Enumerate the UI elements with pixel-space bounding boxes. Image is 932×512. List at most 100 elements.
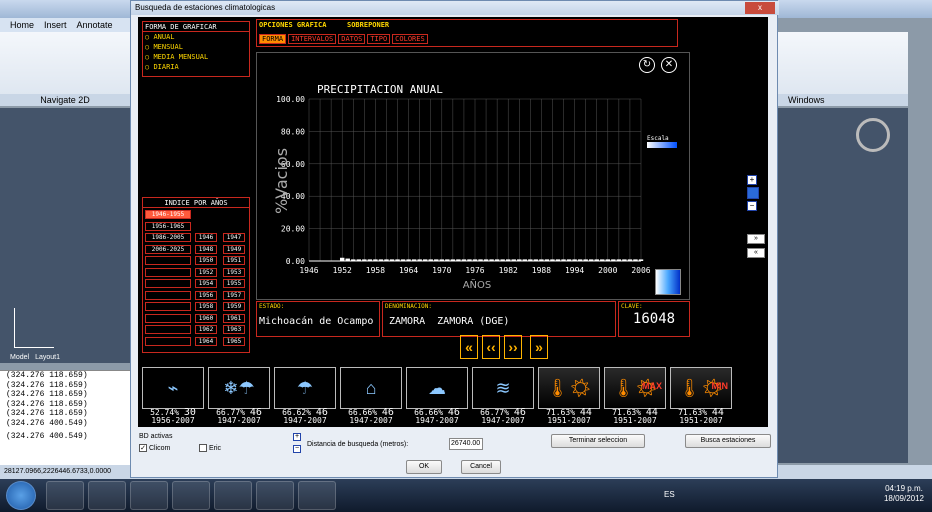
year-button[interactable]: 1957 bbox=[223, 290, 245, 300]
zoom-in-button[interactable]: + bbox=[747, 175, 757, 185]
year-button[interactable]: 1960 bbox=[195, 313, 217, 323]
model-tab[interactable]: Model bbox=[10, 354, 29, 361]
dist-decrement-icon[interactable]: − bbox=[293, 445, 301, 453]
powerpoint-taskbar-icon[interactable] bbox=[172, 481, 210, 510]
radio-mensual[interactable]: ○ MENSUAL bbox=[143, 42, 249, 52]
range-button[interactable] bbox=[145, 256, 191, 265]
range-button[interactable] bbox=[145, 325, 191, 334]
temperature-min-icon[interactable]: 🌡☀ MIN bbox=[670, 367, 732, 409]
next-page-button[interactable]: ›› bbox=[504, 335, 522, 359]
scroll-left-button[interactable]: « bbox=[747, 248, 765, 258]
radio-anual[interactable]: ○ ANUAL bbox=[143, 32, 249, 42]
year-button[interactable]: 1952 bbox=[195, 267, 217, 277]
busca-estaciones-button[interactable]: Busca estaciones bbox=[685, 434, 771, 448]
first-page-button[interactable]: « bbox=[460, 335, 478, 359]
range-button[interactable] bbox=[145, 290, 191, 300]
year-button[interactable]: 1962 bbox=[195, 325, 217, 334]
temperature-icon[interactable]: 🌡☀ bbox=[538, 367, 600, 409]
tab-opciones-grafica[interactable]: OPCIONES GRAFICA bbox=[259, 21, 326, 29]
subtab-intervalos[interactable]: INTERVALOS bbox=[288, 34, 337, 44]
refresh-icon[interactable]: ↻ bbox=[639, 57, 655, 73]
clock[interactable]: 04:19 p.m. 18/09/2012 bbox=[884, 484, 924, 504]
distancia-input[interactable]: 26740.00 bbox=[449, 438, 483, 450]
range-button[interactable] bbox=[145, 302, 191, 311]
range-button[interactable] bbox=[145, 336, 191, 346]
year-button[interactable]: 1947 bbox=[223, 233, 245, 242]
viewcube-icon[interactable] bbox=[856, 118, 890, 152]
radio-diaria[interactable]: ○ DIARIA bbox=[143, 62, 249, 72]
storm-icon[interactable]: ☁ bbox=[406, 367, 468, 409]
clave-value: 16048 bbox=[632, 311, 676, 327]
app-taskbar-icon[interactable] bbox=[130, 481, 168, 510]
subtab-datos[interactable]: DATOS bbox=[338, 34, 366, 44]
range-button[interactable] bbox=[145, 267, 191, 277]
indice-title: INDICE POR AÑOS bbox=[143, 198, 249, 208]
snow-rain-icon[interactable]: ❄☂ bbox=[208, 367, 270, 409]
explorer-taskbar-icon[interactable] bbox=[256, 481, 294, 510]
cancel-button[interactable]: Cancel bbox=[461, 460, 501, 474]
year-button[interactable]: 1953 bbox=[223, 267, 245, 277]
year-button[interactable]: 1964 bbox=[195, 336, 217, 346]
subtab-tipo[interactable]: TIPO bbox=[367, 34, 391, 44]
tab-annotate[interactable]: Annotate bbox=[77, 20, 113, 30]
year-button[interactable]: 1958 bbox=[195, 302, 217, 311]
excel-taskbar-icon[interactable] bbox=[298, 481, 336, 510]
tab-insert[interactable]: Insert bbox=[44, 20, 67, 30]
fog-icon[interactable]: ≋ bbox=[472, 367, 534, 409]
year-button[interactable]: 1948 bbox=[195, 244, 217, 254]
subtab-colores[interactable]: COLORES bbox=[392, 34, 428, 44]
range-button[interactable]: 1986-2005 bbox=[145, 233, 191, 242]
dialog-close-button[interactable]: x bbox=[745, 2, 775, 14]
denominacion-box: DENOMINACION: ZAMORA ZAMORA (DGE) bbox=[382, 301, 616, 337]
year-button[interactable]: 1951 bbox=[223, 256, 245, 265]
tab-home[interactable]: Home bbox=[10, 20, 34, 30]
estado-box: ESTADO: Michoacán de Ocampo bbox=[256, 301, 380, 337]
subtab-forma[interactable]: FORMA bbox=[259, 34, 287, 44]
year-button[interactable]: 1946 bbox=[195, 233, 217, 242]
year-button[interactable]: 1965 bbox=[223, 336, 245, 346]
ribbon-panel-label: Navigate 2D bbox=[0, 94, 130, 106]
chrome-taskbar-icon[interactable] bbox=[46, 481, 84, 510]
estaciones-map-icon[interactable]: ⌁ bbox=[142, 367, 204, 409]
radio-media-mensual[interactable]: ○ MEDIA MENSUAL bbox=[143, 52, 249, 62]
acrobat-taskbar-icon[interactable] bbox=[88, 481, 126, 510]
year-button[interactable]: 1950 bbox=[195, 256, 217, 265]
y-tick-label: 100.00 bbox=[276, 95, 305, 104]
town-icon[interactable]: ⌂ bbox=[340, 367, 402, 409]
clicom-label: Clicom bbox=[149, 444, 171, 452]
model-space[interactable]: Model Layout1 bbox=[0, 108, 130, 363]
range-button[interactable]: 1946-1955 bbox=[145, 210, 191, 219]
prev-page-button[interactable]: ‹‹ bbox=[482, 335, 500, 359]
model-space-right[interactable] bbox=[778, 108, 908, 463]
zoom-center-button[interactable] bbox=[747, 187, 759, 199]
layout-tab[interactable]: Layout1 bbox=[35, 354, 60, 361]
rain-icon[interactable]: ☂ bbox=[274, 367, 336, 409]
taskbar: ES bbox=[0, 479, 932, 512]
terminar-seleccion-button[interactable]: Terminar seleccion bbox=[551, 434, 645, 448]
range-button[interactable]: 1956-1965 bbox=[145, 221, 191, 231]
year-button[interactable]: 1959 bbox=[223, 302, 245, 311]
range-button[interactable]: 2006-2025 bbox=[145, 244, 191, 254]
temperature-max-icon[interactable]: 🌡☀ MAX bbox=[604, 367, 666, 409]
notes-taskbar-icon[interactable] bbox=[214, 481, 252, 510]
eric-checkbox[interactable]: Eric bbox=[199, 444, 221, 452]
range-button[interactable] bbox=[145, 279, 191, 288]
year-button[interactable]: 1949 bbox=[223, 244, 245, 254]
year-button[interactable]: 1955 bbox=[223, 279, 245, 288]
year-button[interactable]: 1956 bbox=[195, 290, 217, 300]
scroll-right-button[interactable]: » bbox=[747, 234, 765, 244]
zoom-out-button[interactable]: − bbox=[747, 201, 757, 211]
language-indicator[interactable]: ES bbox=[664, 490, 675, 499]
clicom-checkbox[interactable]: ✓ Clicom bbox=[139, 444, 170, 452]
tab-sobreponer[interactable]: SOBREPONER bbox=[347, 21, 389, 29]
dist-increment-icon[interactable]: + bbox=[293, 433, 301, 441]
start-button[interactable] bbox=[6, 481, 36, 510]
last-page-button[interactable]: » bbox=[530, 335, 548, 359]
range-button[interactable] bbox=[145, 313, 191, 323]
year-button[interactable]: 1954 bbox=[195, 279, 217, 288]
ok-button[interactable]: OK bbox=[406, 460, 442, 474]
year-button[interactable]: 1961 bbox=[223, 313, 245, 323]
x-tick-label: 1976 bbox=[465, 266, 484, 275]
close-chart-icon[interactable]: ✕ bbox=[661, 57, 677, 73]
year-button[interactable]: 1963 bbox=[223, 325, 245, 334]
